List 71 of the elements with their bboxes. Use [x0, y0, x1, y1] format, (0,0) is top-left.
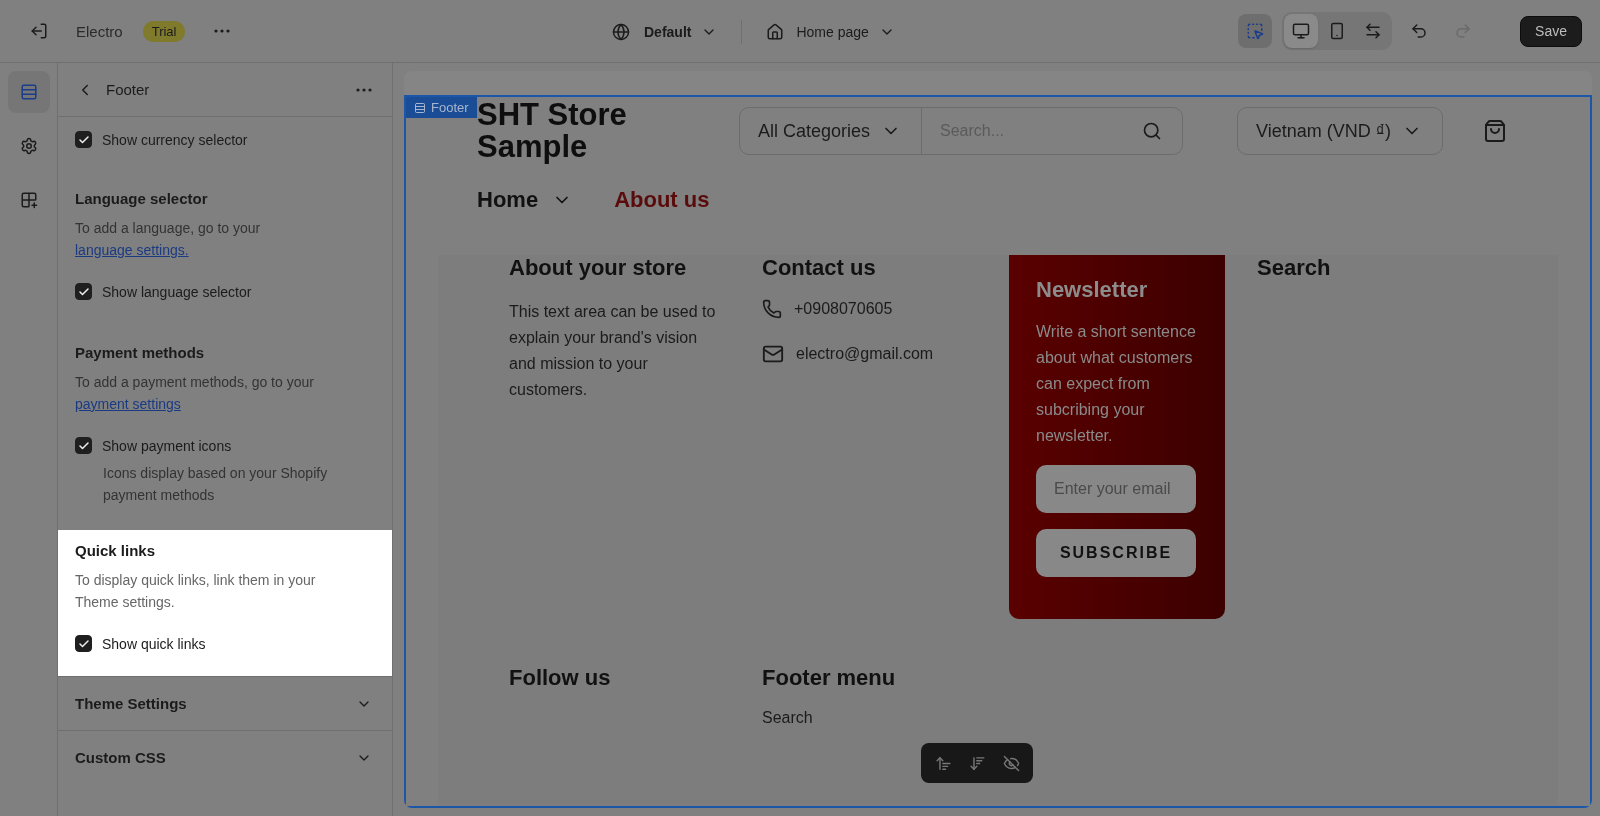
mail-icon	[762, 343, 784, 365]
check-icon	[77, 133, 90, 146]
desktop-icon	[1292, 22, 1311, 40]
store-name: Electro	[76, 22, 123, 40]
column-heading: About your store	[509, 255, 688, 281]
settings-link[interactable]: payment settings	[75, 396, 181, 412]
store-logo: SHT Store Sample	[477, 99, 628, 163]
email-field[interactable]: Enter your email	[1036, 465, 1196, 513]
undo-icon	[1410, 22, 1429, 40]
page-selector[interactable]: Home page	[766, 22, 895, 41]
nav-link[interactable]: Home	[477, 185, 573, 215]
check-icon	[77, 637, 90, 650]
theme-selector[interactable]: Default	[612, 22, 718, 41]
move-down-icon	[968, 754, 986, 772]
section-tag: Footer	[406, 97, 477, 118]
apps-icon	[19, 191, 38, 209]
inspect-button[interactable]	[1238, 14, 1273, 48]
bag-icon[interactable]	[1483, 119, 1507, 143]
section-description: To add a payment methods, go to your payment settings	[75, 373, 315, 414]
more-icon	[214, 29, 231, 33]
exit-icon	[30, 22, 48, 40]
column-heading: Footer menu	[762, 665, 897, 691]
panel-title: Footer	[106, 81, 151, 98]
section-heading: Language selector	[75, 190, 209, 207]
check-icon	[77, 285, 90, 298]
sections-icon	[19, 83, 38, 101]
check-icon	[77, 439, 90, 452]
more-icon	[356, 87, 372, 92]
footer-link[interactable]: Search	[762, 709, 813, 727]
nav-link[interactable]: About us	[614, 185, 710, 215]
device-button[interactable]	[1284, 14, 1319, 48]
section-heading: Quick links	[75, 542, 157, 559]
checkbox-label: Show quick links	[102, 635, 206, 652]
subscribe-button[interactable]: SUBSCRIBE	[1036, 529, 1196, 577]
currency-select[interactable]: Vietnam (VND ₫)	[1237, 107, 1443, 155]
section-icon	[414, 101, 426, 114]
full-width-icon	[1364, 22, 1383, 40]
checkbox[interactable]	[75, 131, 92, 148]
column-heading: Contact us	[762, 255, 877, 281]
phone-icon	[762, 299, 782, 319]
checkbox[interactable]	[75, 283, 92, 300]
column-heading: Newsletter	[1036, 277, 1149, 303]
search-icon	[1142, 121, 1162, 141]
checkbox-label: Show currency selector	[102, 131, 248, 148]
settings-icon	[19, 137, 38, 155]
checkbox-label: Show payment icons	[102, 437, 232, 454]
inspect-icon	[1246, 22, 1265, 40]
phone-number: +0908070605	[794, 300, 893, 318]
section-heading: Payment methods	[75, 344, 206, 361]
column-heading: Search	[1257, 255, 1332, 281]
section-description: To add a language, go to your language settings.	[75, 219, 262, 260]
column-heading: Follow us	[509, 665, 612, 691]
settings-link[interactable]: language settings.	[75, 242, 189, 258]
checkbox[interactable]	[75, 635, 92, 652]
globe-icon	[612, 22, 630, 41]
home-icon	[766, 22, 785, 41]
save-button[interactable]: Save	[1520, 15, 1582, 47]
email-address: electro@gmail.com	[796, 345, 934, 363]
hide-icon	[1002, 754, 1020, 772]
accordion-header[interactable]: Theme Settings	[58, 676, 392, 730]
move-up-icon	[934, 754, 952, 772]
section-description: To display quick links, link them in your Theme settings.	[75, 571, 317, 612]
newsletter-text: Write a short sentence about what customers can expect from subcribing your newsletter.	[1036, 322, 1197, 446]
checkbox[interactable]	[75, 437, 92, 454]
sidebar-tab[interactable]	[7, 71, 50, 113]
category-select[interactable]: All Categories	[740, 108, 922, 154]
accordion-header[interactable]: Custom CSS	[58, 730, 392, 784]
plan-badge: Trial	[142, 20, 186, 42]
checkbox-label: Show language selector	[102, 283, 252, 300]
column-text: This text area can be used to explain your brand's vision and mission to your customers.	[509, 302, 717, 400]
checkbox-hint: Icons display based on your Shopify payment methods	[102, 464, 329, 505]
